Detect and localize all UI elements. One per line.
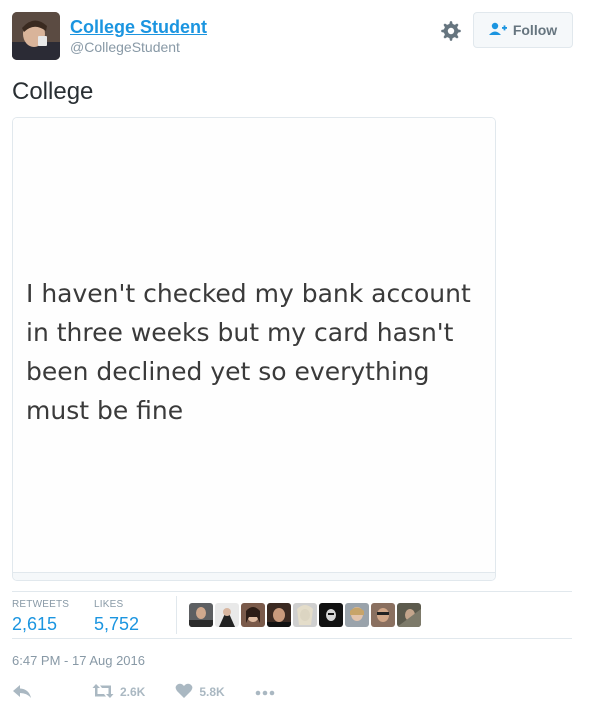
tweet-timestamp[interactable]: 6:47 PM - 17 Aug 2016 xyxy=(12,653,145,668)
media-image-text: I haven't checked my bank account in thr… xyxy=(26,279,471,425)
stats-divider xyxy=(176,596,177,634)
likes-stat[interactable]: LIKES 5,752 xyxy=(94,598,139,635)
display-name[interactable]: College Student xyxy=(70,16,207,38)
retweet-count: 2.6K xyxy=(120,685,146,699)
heart-icon xyxy=(175,683,193,702)
media-footer xyxy=(13,572,495,580)
likes-label: LIKES xyxy=(94,599,124,610)
more-icon xyxy=(255,685,275,699)
tweet-stats: RETWEETS 2,615 LIKES 5,752 xyxy=(12,591,572,639)
gear-icon[interactable] xyxy=(440,20,462,42)
tweet-header: College Student @CollegeStudent Follow xyxy=(12,12,587,62)
liker-avatar[interactable] xyxy=(397,603,421,627)
retweet-button[interactable]: 2.6K xyxy=(92,683,145,702)
retweets-label: RETWEETS xyxy=(12,599,70,610)
liker-avatar[interactable] xyxy=(241,603,265,627)
like-count: 5.8K xyxy=(199,685,225,699)
more-button[interactable] xyxy=(255,685,275,699)
liker-avatar[interactable] xyxy=(215,603,239,627)
liker-avatar[interactable] xyxy=(189,603,213,627)
user-names: College Student @CollegeStudent xyxy=(70,16,207,56)
media-image: I haven't checked my bank account in thr… xyxy=(13,118,495,574)
avatar[interactable] xyxy=(12,12,60,60)
tweet-media[interactable]: I haven't checked my bank account in thr… xyxy=(12,117,496,581)
liker-avatar[interactable] xyxy=(293,603,317,627)
liker-avatar[interactable] xyxy=(371,603,395,627)
retweet-icon xyxy=(92,683,114,702)
follow-button[interactable]: Follow xyxy=(473,12,573,48)
retweets-count: 2,615 xyxy=(12,614,58,634)
like-button[interactable]: 5.8K xyxy=(175,683,225,702)
follow-button-label: Follow xyxy=(512,22,558,38)
reply-button[interactable] xyxy=(12,683,32,702)
liker-avatar[interactable] xyxy=(319,603,343,627)
tweet-text: College xyxy=(12,78,94,105)
user-handle[interactable]: @CollegeStudent xyxy=(70,38,207,56)
liker-avatars xyxy=(189,603,421,627)
retweets-stat[interactable]: RETWEETS 2,615 xyxy=(12,598,69,635)
add-user-icon xyxy=(488,22,507,39)
tweet-actions: 2.6K 5.8K xyxy=(12,681,275,703)
liker-avatar[interactable] xyxy=(267,603,291,627)
likes-count: 5,752 xyxy=(94,614,140,634)
reply-icon xyxy=(12,683,32,702)
liker-avatar[interactable] xyxy=(345,603,369,627)
